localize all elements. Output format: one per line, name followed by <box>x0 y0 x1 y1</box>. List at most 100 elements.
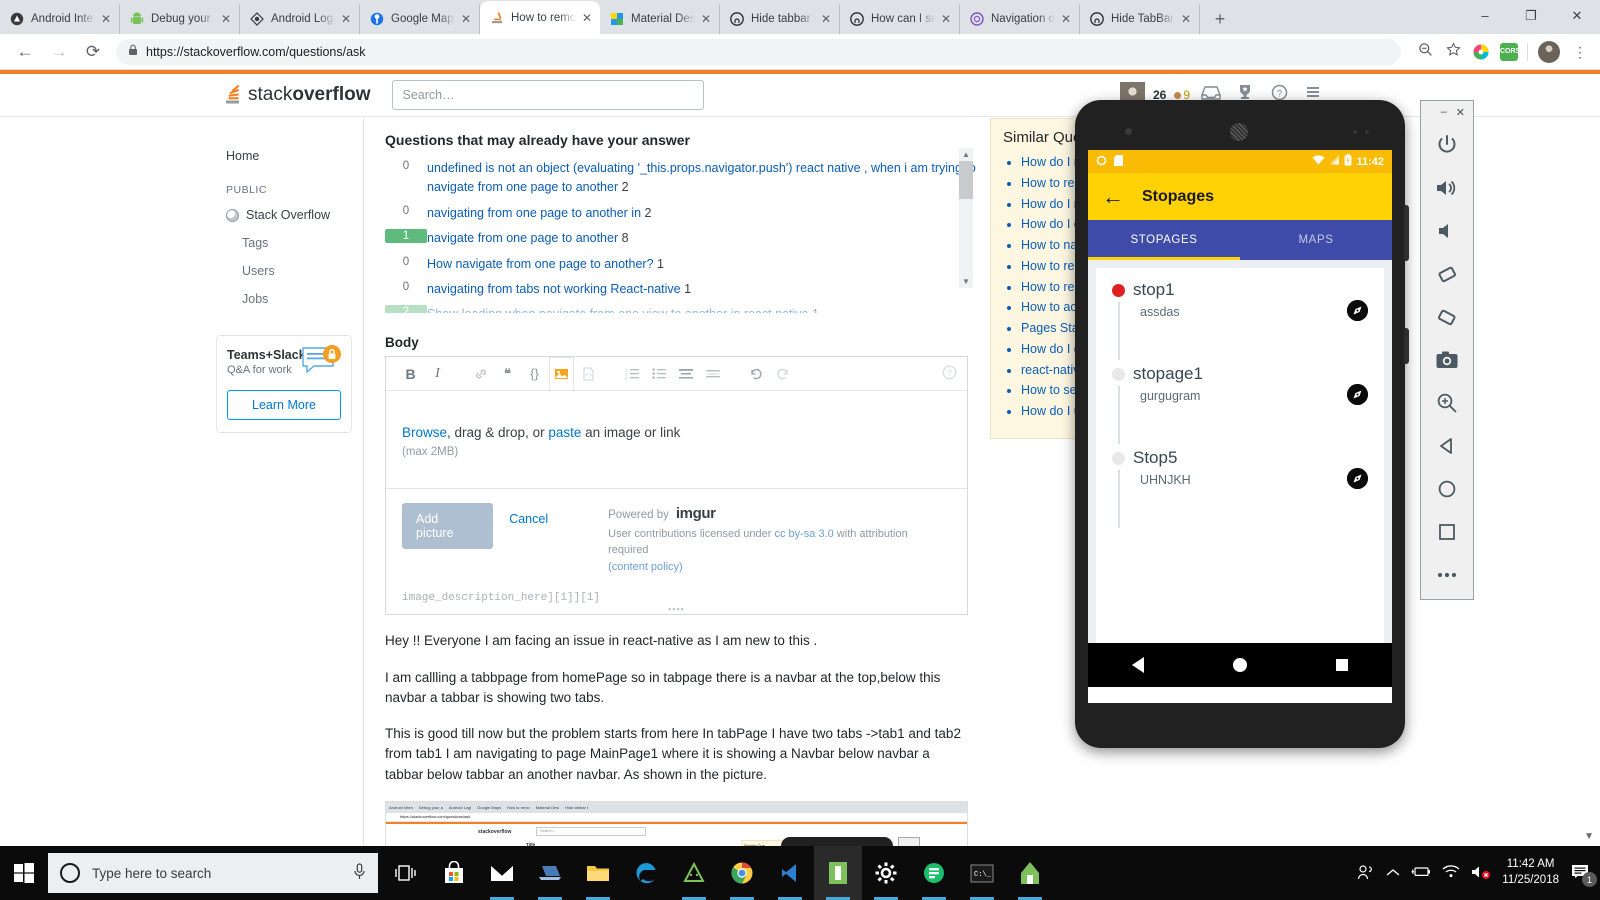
horizontal-rule-icon[interactable] <box>700 357 725 390</box>
browser-tab[interactable]: Hide TabBar f ✕ <box>1080 4 1200 34</box>
back-icon[interactable] <box>1420 424 1474 467</box>
new-tab-button[interactable]: + <box>1206 6 1234 34</box>
rotate-left-icon[interactable] <box>1420 252 1474 295</box>
minimize-button[interactable]: – <box>1441 106 1447 118</box>
back-button[interactable]: ← <box>8 35 42 69</box>
forward-button[interactable]: → <box>42 35 76 69</box>
star-icon[interactable] <box>1439 38 1467 66</box>
microsoft-store-icon[interactable] <box>430 846 478 900</box>
volume-rocker[interactable] <box>1404 205 1409 261</box>
arrow-back-icon[interactable]: ← <box>1102 186 1124 208</box>
close-icon[interactable]: ✕ <box>939 12 953 26</box>
settings-icon[interactable] <box>862 846 910 900</box>
search-input[interactable]: Search… <box>392 80 704 110</box>
messenger-icon[interactable] <box>910 846 958 900</box>
blockquote-icon[interactable]: ❝ <box>495 357 520 390</box>
browser-tab-active[interactable]: How to remo ✕ <box>480 1 600 34</box>
close-icon[interactable]: ✕ <box>819 12 833 26</box>
file-explorer-icon[interactable] <box>574 846 622 900</box>
battery-plug-icon[interactable] <box>1411 865 1431 881</box>
undo-icon[interactable] <box>743 357 768 390</box>
compass-icon[interactable] <box>1347 384 1368 405</box>
duplicates-scrollbar[interactable]: ▲ ▼ <box>959 148 973 288</box>
browser-tab[interactable]: Hide tabbar f ✕ <box>720 4 840 34</box>
compass-icon[interactable] <box>1347 300 1368 321</box>
cors-extension-icon[interactable]: CORS <box>1500 43 1518 61</box>
show-hidden-icons-icon[interactable] <box>1386 866 1400 881</box>
sidebar-item-users[interactable]: Users <box>212 257 363 285</box>
rotate-right-icon[interactable] <box>1420 295 1474 338</box>
duplicate-row[interactable]: 1 navigate from one page to another 8 <box>365 226 985 251</box>
image-icon[interactable] <box>549 357 574 392</box>
maximize-button[interactable]: ❐ <box>1508 0 1554 32</box>
question-link[interactable]: navigating from tabs not working React-n… <box>427 282 681 296</box>
duplicate-row[interactable]: 2 Show loading when navigate from one vi… <box>365 302 985 313</box>
home-app-icon[interactable] <box>1006 846 1054 900</box>
back-triangle-icon[interactable] <box>1132 657 1144 673</box>
list-item[interactable]: Stop5 UHNJKH <box>1106 448 1374 532</box>
sidebar-item-jobs[interactable]: Jobs <box>212 285 363 313</box>
task-view-icon[interactable] <box>382 846 430 900</box>
home-circle-icon[interactable] <box>1233 658 1247 672</box>
content-policy-link[interactable]: (content policy) <box>608 561 683 573</box>
address-bar[interactable]: https://stackoverflow.com/questions/ask <box>116 39 1401 65</box>
close-icon[interactable]: ✕ <box>580 11 594 25</box>
emulator-icon[interactable] <box>814 846 862 900</box>
editor-resize-handle[interactable]: ▪▪▪▪ <box>386 604 967 614</box>
duplicate-row[interactable]: 0 navigating from one page to another in… <box>365 201 985 226</box>
redo-icon[interactable] <box>770 357 795 390</box>
volume-up-icon[interactable] <box>1420 166 1474 209</box>
browser-tab[interactable]: How can I sel ✕ <box>840 4 960 34</box>
terminal-icon[interactable]: C:\_ <box>958 846 1006 900</box>
scroll-up-arrow[interactable]: ▲ <box>962 150 970 159</box>
vscode-icon[interactable] <box>766 846 814 900</box>
notifications-icon[interactable]: 1 <box>1570 862 1594 884</box>
overview-icon[interactable] <box>1420 510 1474 553</box>
wifi-icon[interactable] <box>1442 865 1460 881</box>
screenshot-camera-icon[interactable] <box>1420 338 1474 381</box>
add-picture-button[interactable]: Add picture <box>402 503 493 549</box>
question-link[interactable]: How navigate from one page to another? <box>427 257 654 271</box>
compass-icon[interactable] <box>1347 468 1368 489</box>
close-icon[interactable]: ✕ <box>219 12 233 26</box>
list-item[interactable]: stop1 assdas <box>1106 280 1374 364</box>
code-icon[interactable]: {} <box>522 357 547 390</box>
emulator-screen[interactable]: 11:42 ← Stopages STOPAGES MAPS stop1 <box>1088 150 1392 703</box>
minimize-button[interactable]: – <box>1462 0 1508 32</box>
browser-tab[interactable]: Navigation o ✕ <box>960 4 1080 34</box>
close-button[interactable]: ✕ <box>1456 106 1465 119</box>
edge-icon[interactable] <box>622 846 670 900</box>
close-icon[interactable]: ✕ <box>699 12 713 26</box>
windows-start-icon[interactable] <box>0 846 48 900</box>
power-button-side[interactable] <box>1404 328 1409 364</box>
cancel-button[interactable]: Cancel <box>509 503 548 526</box>
license-link[interactable]: cc by-sa 3.0 <box>774 528 833 540</box>
chrome-menu-button[interactable]: ⋮ <box>1566 38 1594 66</box>
sidebar-item-home[interactable]: Home <box>212 142 363 170</box>
close-icon[interactable]: ✕ <box>99 12 113 26</box>
paste-link[interactable]: paste <box>548 425 581 440</box>
bulleted-list-icon[interactable] <box>646 357 671 390</box>
browser-tab[interactable]: Debug your a ✕ <box>120 4 240 34</box>
numbered-list-icon[interactable]: 123 <box>619 357 644 390</box>
duplicate-row[interactable]: 0 undefined is not an object (evaluating… <box>365 156 985 201</box>
question-link[interactable]: navigating from one page to another in <box>427 206 641 220</box>
duplicate-row[interactable]: 0 navigating from tabs not working React… <box>365 277 985 302</box>
question-link[interactable]: Show loading when navigate from one view… <box>427 307 808 313</box>
close-icon[interactable]: ✕ <box>1179 12 1193 26</box>
home-icon[interactable] <box>1420 467 1474 510</box>
browser-tab[interactable]: Material Desi ✕ <box>600 4 720 34</box>
zoom-out-icon[interactable] <box>1411 38 1439 66</box>
close-icon[interactable]: ✕ <box>1059 12 1073 26</box>
question-link[interactable]: undefined is not an object (evaluating '… <box>427 161 976 194</box>
sidebar-item-stack-overflow[interactable]: Stack Overflow <box>212 201 363 229</box>
duplicate-row[interactable]: 0 How navigate from one page to another?… <box>365 252 985 277</box>
tab-stopages[interactable]: STOPAGES <box>1088 220 1240 260</box>
scrollbar-thumb[interactable] <box>959 161 973 199</box>
learn-more-button[interactable]: Learn More <box>227 390 341 420</box>
heading-icon[interactable] <box>673 357 698 390</box>
list-item[interactable]: stopage1 gurgugram <box>1106 364 1374 448</box>
android-studio-icon[interactable] <box>670 846 718 900</box>
chrome-icon[interactable] <box>718 846 766 900</box>
zoom-icon[interactable] <box>1420 381 1474 424</box>
